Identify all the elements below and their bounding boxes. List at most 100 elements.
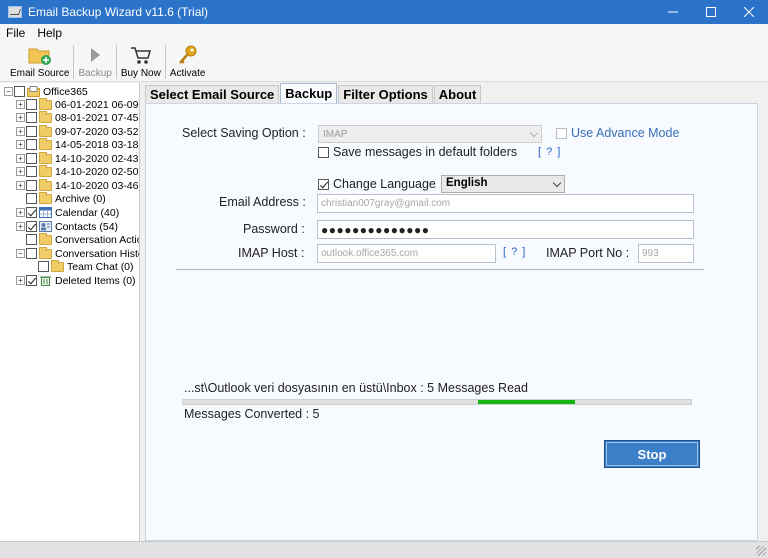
window-title: Email Backup Wizard v11.6 (Trial) xyxy=(28,5,209,19)
language-select[interactable]: English xyxy=(441,175,565,193)
tree-item[interactable]: + Contacts (54) xyxy=(16,220,118,233)
expand-icon[interactable]: + xyxy=(16,181,25,190)
tree-item[interactable]: +14-05-2018 03-18 (0 xyxy=(16,137,139,151)
change-language-label: Change Language xyxy=(333,177,436,191)
saving-option-select[interactable]: IMAP xyxy=(318,125,542,143)
tree-connector xyxy=(16,194,25,203)
tab-select-email-source[interactable]: Select Email Source xyxy=(145,85,280,103)
advance-mode-label: Use Advance Mode xyxy=(571,126,680,140)
main-content: Select Email Source Backup Filter Option… xyxy=(145,83,758,541)
tree-checkbox[interactable] xyxy=(26,153,37,164)
tree-item[interactable]: + Calendar (40) xyxy=(16,206,119,219)
tree-item[interactable]: +09-07-2020 03-52 (0) xyxy=(16,124,139,138)
backup-button[interactable]: Backup xyxy=(74,42,115,82)
tab-about[interactable]: About xyxy=(433,85,482,103)
tab-backup[interactable]: Backup xyxy=(280,83,338,103)
tab-filter-options[interactable]: Filter Options xyxy=(338,85,433,103)
tree-root[interactable]: − Office365 xyxy=(4,85,88,98)
advance-mode-checkbox[interactable] xyxy=(556,128,567,139)
window-controls xyxy=(654,0,768,24)
tree-connector xyxy=(16,235,25,244)
email-source-button[interactable]: Email Source xyxy=(6,42,73,82)
tree-item[interactable]: − Conversation Histor xyxy=(16,246,140,260)
tree-checkbox[interactable] xyxy=(14,86,25,97)
tree-checkbox[interactable] xyxy=(26,248,37,259)
tree-label: 14-10-2020 03-46 (0) xyxy=(55,179,139,192)
expand-icon[interactable]: + xyxy=(16,127,25,136)
menu-file[interactable]: File xyxy=(0,26,31,40)
expand-icon[interactable]: + xyxy=(16,167,25,176)
tree-item[interactable]: +14-10-2020 02-50 (0) xyxy=(16,164,139,178)
tree-checkbox[interactable] xyxy=(26,126,37,137)
imap-port-label: IMAP Port No : xyxy=(546,246,630,260)
folder-icon xyxy=(39,178,52,191)
tree-checkbox[interactable] xyxy=(26,99,37,110)
tree-item[interactable]: +14-10-2020 03-46 (0) xyxy=(16,178,139,192)
save-default-help-link[interactable]: [ ? ] xyxy=(538,146,561,158)
save-default-folders-checkbox[interactable] xyxy=(318,147,329,158)
tree-item[interactable]: +06-01-2021 06-09 (0) xyxy=(16,97,139,111)
expand-icon[interactable]: + xyxy=(16,154,25,163)
folder-icon xyxy=(39,151,52,164)
tree-checkbox[interactable] xyxy=(26,207,37,218)
tree-item[interactable]: Team Chat (0) xyxy=(28,259,134,273)
imap-port-field[interactable]: 993 xyxy=(638,244,694,263)
expand-icon[interactable]: + xyxy=(16,113,25,122)
buy-now-button[interactable]: Buy Now xyxy=(117,42,165,82)
tree-checkbox[interactable] xyxy=(26,234,37,245)
play-arrow-icon xyxy=(91,48,101,62)
menu-help[interactable]: Help xyxy=(31,26,68,40)
language-value: English xyxy=(446,177,488,189)
folder-icon xyxy=(39,137,52,150)
tree-checkbox[interactable] xyxy=(26,275,37,286)
messages-converted-text: Messages Converted : 5 xyxy=(184,407,320,421)
save-default-folders-label: Save messages in default folders xyxy=(333,145,518,159)
tree-checkbox[interactable] xyxy=(26,193,37,204)
tree-item[interactable]: Conversation Action xyxy=(16,232,139,246)
tree-label: Team Chat (0) xyxy=(67,260,134,273)
tree-label: 14-10-2020 02-43 (0) xyxy=(55,152,139,165)
tree-item[interactable]: Archive (0) xyxy=(16,191,106,205)
expand-icon[interactable]: + xyxy=(16,100,25,109)
expand-icon[interactable]: + xyxy=(16,276,25,285)
folder-icon xyxy=(39,246,52,259)
minimize-button[interactable] xyxy=(654,0,692,24)
tree-checkbox[interactable] xyxy=(26,112,37,123)
folder-tree[interactable]: − Office365 +06-01-2021 06-09 (0) +08-01… xyxy=(0,83,140,541)
password-field[interactable]: ●●●●●●●●●●●●●● xyxy=(317,220,694,239)
tree-checkbox[interactable] xyxy=(26,139,37,150)
expand-icon[interactable]: + xyxy=(16,208,25,217)
menu-bar: File Help xyxy=(0,24,768,42)
activate-label: Activate xyxy=(169,68,206,79)
tree-checkbox[interactable] xyxy=(38,261,49,272)
imap-host-help-link[interactable]: [ ? ] xyxy=(503,246,526,258)
stop-button[interactable]: Stop xyxy=(604,440,700,468)
tree-item[interactable]: +14-10-2020 02-43 (0) xyxy=(16,151,139,165)
tree-checkbox[interactable] xyxy=(26,166,37,177)
maximize-button[interactable] xyxy=(692,0,730,24)
collapse-icon[interactable]: − xyxy=(16,249,25,258)
folder-icon xyxy=(39,97,52,110)
email-address-field[interactable]: christian007gray@gmail.com xyxy=(317,194,694,213)
cart-icon xyxy=(130,47,151,64)
expand-icon[interactable]: + xyxy=(16,222,25,231)
expand-icon[interactable]: + xyxy=(16,140,25,149)
activate-button[interactable]: Activate xyxy=(166,42,210,82)
chevron-down-icon xyxy=(552,178,562,188)
imap-host-field[interactable]: outlook.office365.com xyxy=(317,244,496,263)
collapse-icon[interactable]: − xyxy=(4,87,13,96)
tree-checkbox[interactable] xyxy=(26,180,37,191)
tree-label: Archive (0) xyxy=(55,192,106,205)
email-address-label: Email Address : xyxy=(219,195,306,209)
maximize-icon xyxy=(706,7,716,17)
tree-item[interactable]: +08-01-2021 07-45 (0) xyxy=(16,110,139,124)
recycle-bin-icon xyxy=(40,276,51,286)
tree-label: Conversation Histor xyxy=(55,247,140,260)
resize-grip-icon[interactable] xyxy=(756,546,766,556)
tree-item[interactable]: + Deleted Items (0) xyxy=(16,274,136,287)
backup-label: Backup xyxy=(78,68,112,79)
close-button[interactable] xyxy=(730,0,768,24)
status-bar xyxy=(0,541,768,558)
tree-checkbox[interactable] xyxy=(26,221,37,232)
change-language-checkbox[interactable] xyxy=(318,179,329,190)
